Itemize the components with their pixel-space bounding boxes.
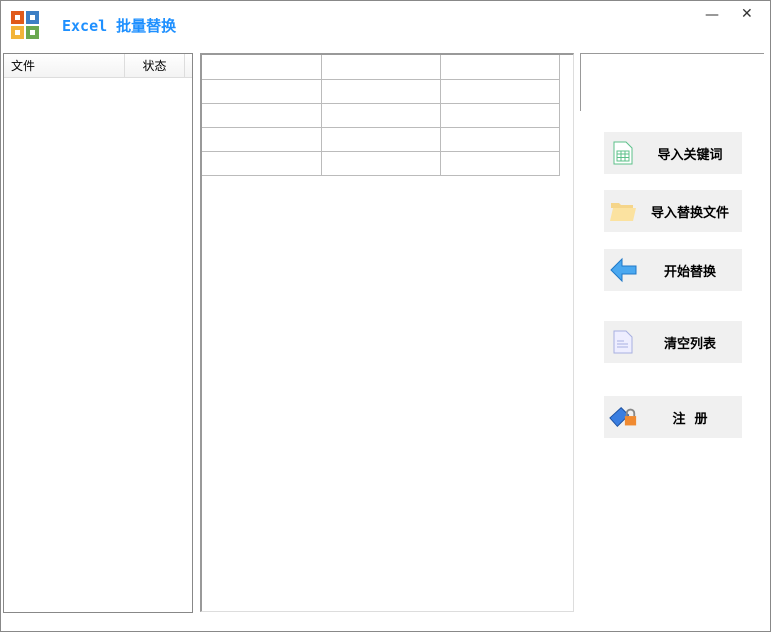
folder-icon (608, 196, 638, 226)
grid-cell[interactable] (321, 151, 441, 176)
file-list[interactable]: 文件 状态 (3, 53, 193, 613)
grid-cell[interactable] (202, 127, 322, 152)
document-icon (608, 327, 638, 357)
grid-cell[interactable] (440, 55, 560, 80)
column-file[interactable]: 文件 (4, 54, 125, 77)
start-replace-button[interactable]: 开始替换 (604, 249, 742, 291)
grid-cell[interactable] (321, 103, 441, 128)
grid-cell[interactable] (440, 151, 560, 176)
grid-cell[interactable] (321, 127, 441, 152)
grid-cell[interactable] (202, 103, 322, 128)
grid-cell[interactable] (440, 79, 560, 104)
minimize-button[interactable]: — (705, 7, 719, 23)
arrow-left-icon (608, 255, 638, 285)
spreadsheet-icon (608, 138, 638, 168)
button-label: 清空列表 (663, 336, 716, 352)
register-button[interactable]: 注 册 (604, 396, 742, 438)
close-button[interactable]: ✕ (741, 6, 753, 22)
grid-row[interactable] (202, 79, 560, 104)
lock-key-icon (608, 402, 638, 432)
button-label: 导入关键词 (657, 147, 723, 163)
grid-row[interactable] (202, 127, 560, 152)
grid-cell[interactable] (202, 151, 322, 176)
button-label: 开始替换 (663, 264, 716, 280)
grid-cell[interactable] (321, 55, 441, 80)
info-panel (580, 53, 764, 111)
grid-row[interactable] (202, 55, 560, 80)
grid-cell[interactable] (321, 79, 441, 104)
window-title: Excel 批量替换 (62, 17, 177, 35)
grid-row[interactable] (202, 151, 560, 176)
file-list-header: 文件 状态 (4, 54, 192, 78)
import-files-button[interactable]: 导入替换文件 (604, 190, 742, 232)
clear-list-button[interactable]: 清空列表 (604, 321, 742, 363)
grid-cell[interactable] (202, 55, 322, 80)
app-logo-icon (10, 10, 40, 40)
grid-row[interactable] (202, 103, 560, 128)
button-label: 导入替换文件 (650, 205, 729, 221)
button-label: 注 册 (672, 411, 708, 427)
keyword-grid[interactable] (200, 53, 574, 612)
import-keywords-button[interactable]: 导入关键词 (604, 132, 742, 174)
grid-cell[interactable] (440, 103, 560, 128)
column-status[interactable]: 状态 (125, 54, 185, 77)
grid-cell[interactable] (440, 127, 560, 152)
grid-cell[interactable] (202, 79, 322, 104)
